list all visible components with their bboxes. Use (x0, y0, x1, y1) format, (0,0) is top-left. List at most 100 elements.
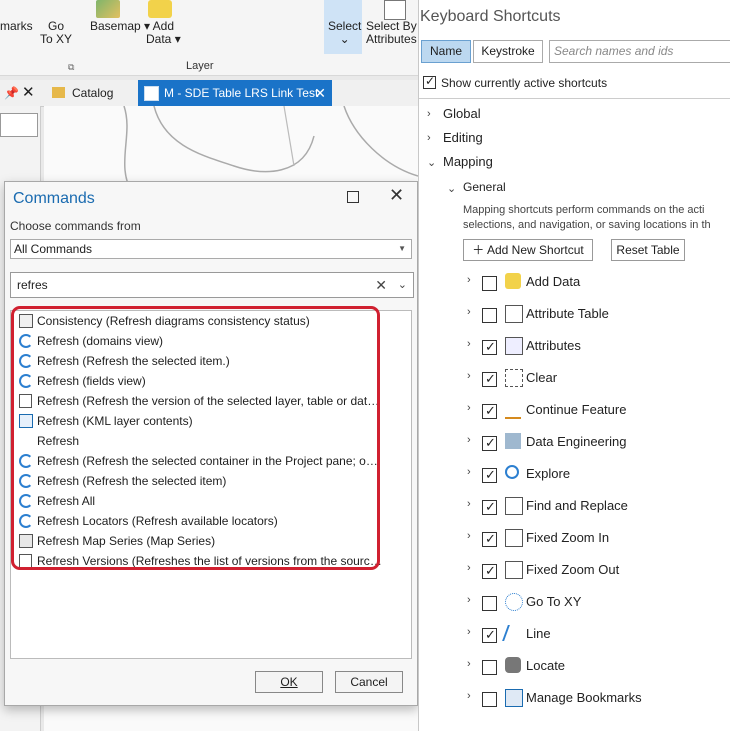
category-mapping[interactable]: Mapping (443, 154, 493, 169)
chevron-down-icon[interactable]: ⌄ (398, 273, 407, 297)
clear-search-icon[interactable]: ✕ (375, 273, 387, 297)
shortcut-checkbox[interactable] (482, 403, 497, 419)
maximize-icon[interactable] (347, 191, 359, 203)
expand-row-icon[interactable]: › (467, 370, 471, 382)
tab-keystroke[interactable]: Keystroke (473, 40, 543, 63)
category-general[interactable]: General (463, 180, 506, 194)
shortcut-row[interactable]: › Attribute Table (419, 298, 730, 330)
shortcut-checkbox[interactable] (482, 371, 497, 387)
show-active-label: Show currently active shortcuts (441, 76, 608, 90)
shortcut-row[interactable]: › Locate (419, 650, 730, 682)
shortcut-row[interactable]: › Explore (419, 458, 730, 490)
command-list-item[interactable]: Consistency (Refresh diagrams consistenc… (11, 311, 411, 331)
launcher-icon[interactable]: ⧉ (68, 62, 74, 73)
expand-row-icon[interactable]: › (467, 498, 471, 510)
shortcut-checkbox[interactable] (482, 660, 497, 675)
shortcut-checkbox[interactable] (482, 499, 497, 515)
shortcut-row[interactable]: › Data Engineering (419, 426, 730, 458)
pin-icon[interactable]: 📌 (4, 86, 19, 100)
expand-row-icon[interactable]: › (467, 530, 471, 542)
command-list-item[interactable]: Refresh Map Series (Map Series) (11, 531, 411, 551)
shortcut-row[interactable]: › Fixed Zoom Out (419, 554, 730, 586)
ok-button[interactable]: OK (255, 671, 323, 693)
command-list-item[interactable]: Refresh All (11, 491, 411, 511)
close-icon[interactable]: ✕ (389, 185, 404, 206)
command-label: Refresh (37, 434, 80, 448)
add-data-button[interactable]: Add Data ▾ (146, 20, 181, 46)
shortcut-row[interactable]: › Continue Feature (419, 394, 730, 426)
command-list-item[interactable]: Refresh (Refresh the selected item.) (11, 351, 411, 371)
command-list-item[interactable]: Refresh (Refresh the selected container … (11, 451, 411, 471)
shortcut-checkbox[interactable] (482, 596, 497, 611)
cancel-button[interactable]: Cancel (335, 671, 403, 693)
shortcut-checkbox[interactable] (482, 339, 497, 355)
basemap-button[interactable]: Basemap ▾ (90, 20, 150, 33)
command-list-item[interactable]: Refresh Versions (Refreshes the list of … (11, 551, 411, 571)
shortcut-checkbox[interactable] (482, 627, 497, 643)
expand-row-icon[interactable]: › (467, 434, 471, 446)
commands-source-select[interactable]: All Commands ▼ (10, 239, 412, 259)
command-label: Refresh (KML layer contents) (37, 414, 193, 428)
pane-dropdown[interactable] (0, 113, 38, 137)
command-search-input[interactable]: refres ✕ ⌄ (10, 272, 414, 298)
shortcuts-list: › Add Data › Attribute Table › Attributes › Cle… (419, 266, 730, 726)
expand-row-icon[interactable]: › (467, 594, 471, 606)
expand-row-icon[interactable]: › (467, 626, 471, 638)
add-new-shortcut-button[interactable]: ＋ Add New Shortcut (463, 239, 593, 261)
command-list-item[interactable]: Refresh (fields view) (11, 371, 411, 391)
expand-row-icon[interactable]: › (467, 466, 471, 478)
shortcut-row[interactable]: › Manage Bookmarks (419, 682, 730, 714)
command-list-item[interactable]: Refresh (Refresh the selected item) (11, 471, 411, 491)
select-button[interactable]: Select ⌄ (328, 20, 361, 46)
command-label: Refresh (Refresh the selected container … (37, 454, 383, 468)
doc-refresh-icon (19, 394, 32, 408)
goto-xy-button[interactable]: Go To XY (40, 20, 72, 46)
category-editing[interactable]: Editing (443, 130, 483, 145)
shortcut-checkbox[interactable] (482, 276, 497, 291)
reset-table-button[interactable]: Reset Table (611, 239, 685, 261)
show-active-checkbox[interactable] (423, 74, 436, 89)
select-by-attributes-button[interactable]: Select By Attributes (366, 20, 417, 46)
shortcut-row[interactable]: › Go To XY (419, 586, 730, 618)
category-global[interactable]: Global (443, 106, 481, 121)
expand-global-icon[interactable]: › (427, 108, 431, 120)
command-label: Consistency (Refresh diagrams consistenc… (37, 314, 310, 328)
shortcut-row[interactable]: › Add Data (419, 266, 730, 298)
collapse-general-icon[interactable]: ⌄ (447, 182, 456, 195)
command-list-item[interactable]: Refresh (domains view) (11, 331, 411, 351)
close-pane-icon[interactable]: ✕ (22, 83, 35, 101)
commands-list[interactable]: Consistency (Refresh diagrams consistenc… (10, 310, 412, 659)
shortcut-checkbox[interactable] (482, 467, 497, 483)
expand-row-icon[interactable]: › (467, 562, 471, 574)
bookmarks-button[interactable]: marks (0, 20, 33, 33)
shortcut-row[interactable]: › Attributes (419, 330, 730, 362)
command-list-item[interactable]: Refresh Locators (Refresh available loca… (11, 511, 411, 531)
command-list-item[interactable]: Refresh (11, 431, 411, 451)
tab-name[interactable]: Name (421, 40, 471, 63)
tab-close-icon[interactable]: ✕ (314, 80, 326, 106)
expand-row-icon[interactable]: › (467, 338, 471, 350)
shortcut-checkbox[interactable] (482, 692, 497, 707)
shortcut-row[interactable]: › Fixed Zoom In (419, 522, 730, 554)
command-list-item[interactable]: Refresh (KML layer contents) (11, 411, 411, 431)
expand-editing-icon[interactable]: › (427, 132, 431, 144)
expand-row-icon[interactable]: › (467, 306, 471, 318)
shortcut-checkbox[interactable] (482, 531, 497, 547)
tab-map[interactable]: M - SDE Table LRS Link Test ✕ (138, 80, 332, 106)
expand-row-icon[interactable]: › (467, 690, 471, 702)
shortcut-row[interactable]: › Line (419, 618, 730, 650)
collapse-mapping-icon[interactable]: ⌄ (427, 156, 436, 169)
expand-row-icon[interactable]: › (467, 402, 471, 414)
shortcut-checkbox[interactable] (482, 308, 497, 323)
diagram-icon (19, 314, 33, 328)
shortcut-checkbox[interactable] (482, 435, 497, 451)
expand-row-icon[interactable]: › (467, 658, 471, 670)
command-list-item[interactable]: Refresh (Refresh the version of the sele… (11, 391, 411, 411)
shortcut-search-input[interactable]: Search names and ids (549, 40, 730, 63)
clear-selection-icon (505, 369, 523, 387)
tab-catalog[interactable]: Catalog (46, 80, 123, 106)
shortcut-row[interactable]: › Find and Replace (419, 490, 730, 522)
expand-row-icon[interactable]: › (467, 274, 471, 286)
shortcut-checkbox[interactable] (482, 563, 497, 579)
shortcut-row[interactable]: › Clear (419, 362, 730, 394)
